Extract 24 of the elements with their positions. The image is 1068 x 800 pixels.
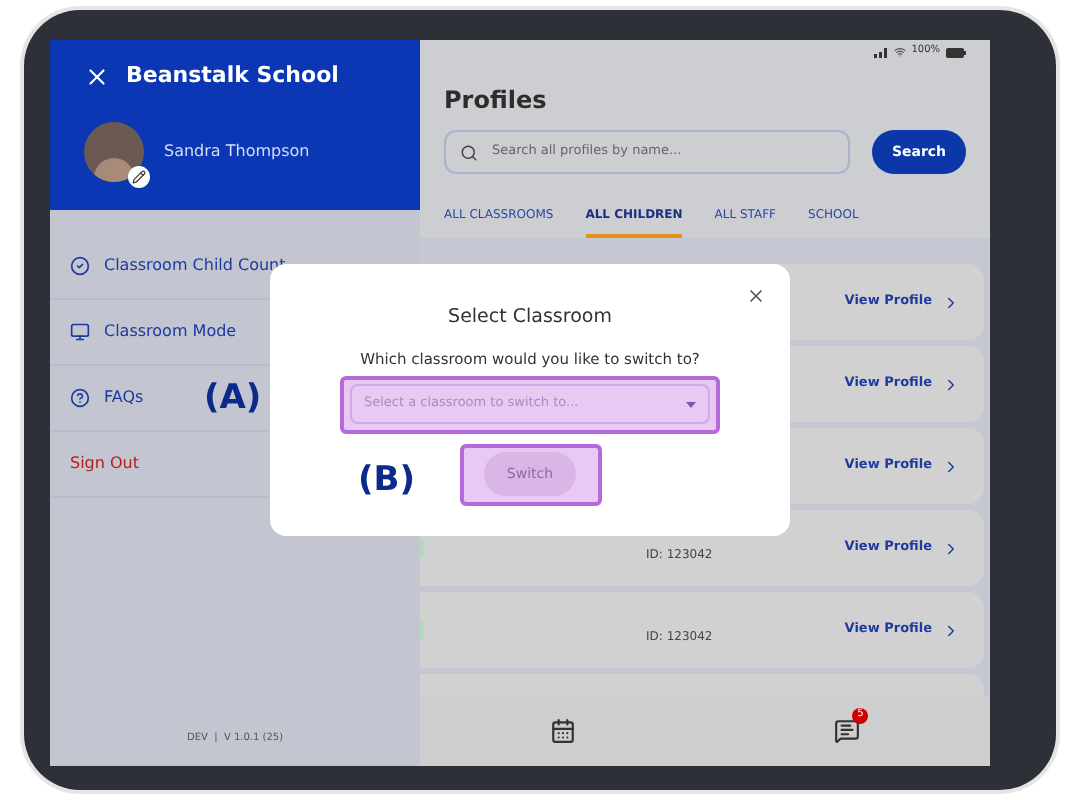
chevron-right-icon (942, 621, 960, 639)
chevron-right-icon (942, 375, 960, 393)
close-icon[interactable] (746, 286, 766, 306)
chevron-right-icon (942, 539, 960, 557)
chevron-right-icon (942, 293, 960, 311)
monitor-icon (70, 322, 90, 342)
check-circle-icon (70, 256, 90, 276)
page-title: Profiles (444, 84, 549, 118)
signal-icon (873, 47, 888, 57)
help-icon (70, 388, 90, 408)
messages-icon[interactable] (834, 718, 861, 744)
dialog-title: Select Classroom (448, 304, 612, 332)
annotation-label: (A) (204, 376, 262, 422)
close-icon[interactable] (84, 63, 110, 90)
calendar-icon[interactable] (549, 718, 576, 744)
school-name: Beanstalk School (126, 60, 339, 92)
wifi-icon (893, 46, 906, 58)
chevron-right-icon (942, 457, 960, 475)
dropdown-caret-icon (686, 401, 696, 407)
annotation-label: (B) (358, 457, 415, 503)
search-icon (460, 143, 478, 161)
battery-icon (946, 47, 966, 57)
user-name: Sandra Thompson (164, 139, 310, 163)
edit-icon[interactable] (128, 165, 150, 187)
